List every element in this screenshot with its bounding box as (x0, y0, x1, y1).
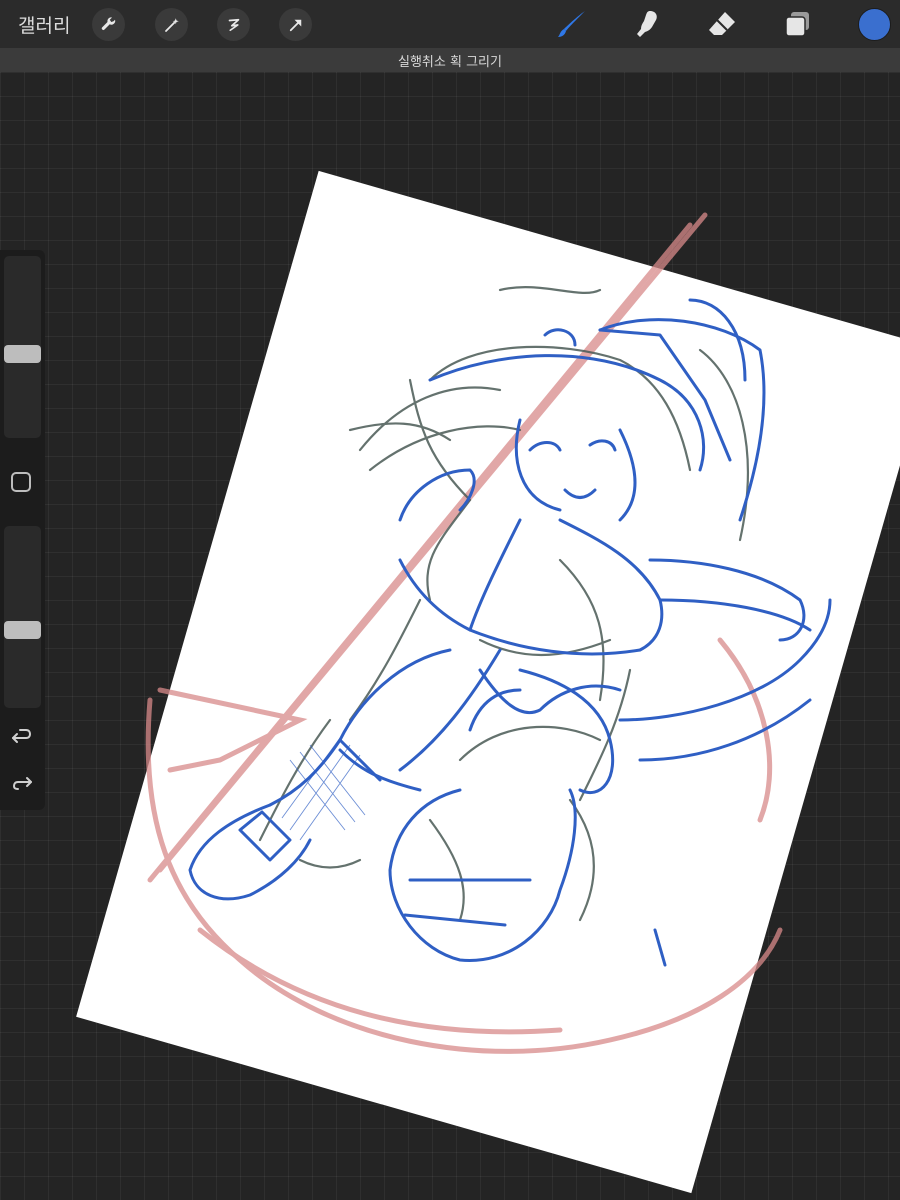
transform-button[interactable] (279, 8, 312, 41)
color-picker-button[interactable] (858, 8, 891, 41)
brush-size-thumb[interactable] (4, 344, 41, 363)
gallery-button[interactable]: 갤러리 (18, 11, 70, 38)
transform-arrow-icon (289, 19, 301, 31)
undo-icon[interactable] (10, 725, 34, 749)
magic-wand-icon (164, 17, 179, 32)
drawing-canvas[interactable] (76, 170, 900, 1194)
opacity-thumb[interactable] (4, 621, 41, 640)
canvas-workspace[interactable] (0, 72, 900, 1200)
eraser-icon[interactable] (705, 7, 739, 41)
selection-button[interactable] (217, 8, 250, 41)
redo-icon[interactable] (10, 769, 34, 793)
opacity-slider[interactable] (4, 526, 41, 708)
status-message: 실행취소 획 그리기 (398, 55, 502, 70)
brush-icon[interactable] (555, 7, 589, 41)
smudge-icon[interactable] (630, 7, 664, 41)
wrench-icon (101, 16, 115, 30)
status-bar: 실행취소 획 그리기 (0, 48, 900, 73)
top-toolbar: 갤러리 (0, 0, 900, 48)
modify-button[interactable] (11, 472, 31, 492)
adjustments-button[interactable] (155, 8, 188, 41)
side-panel (0, 250, 45, 810)
layers-icon[interactable] (781, 7, 815, 41)
selection-icon (228, 18, 239, 31)
actions-button[interactable] (92, 8, 125, 41)
